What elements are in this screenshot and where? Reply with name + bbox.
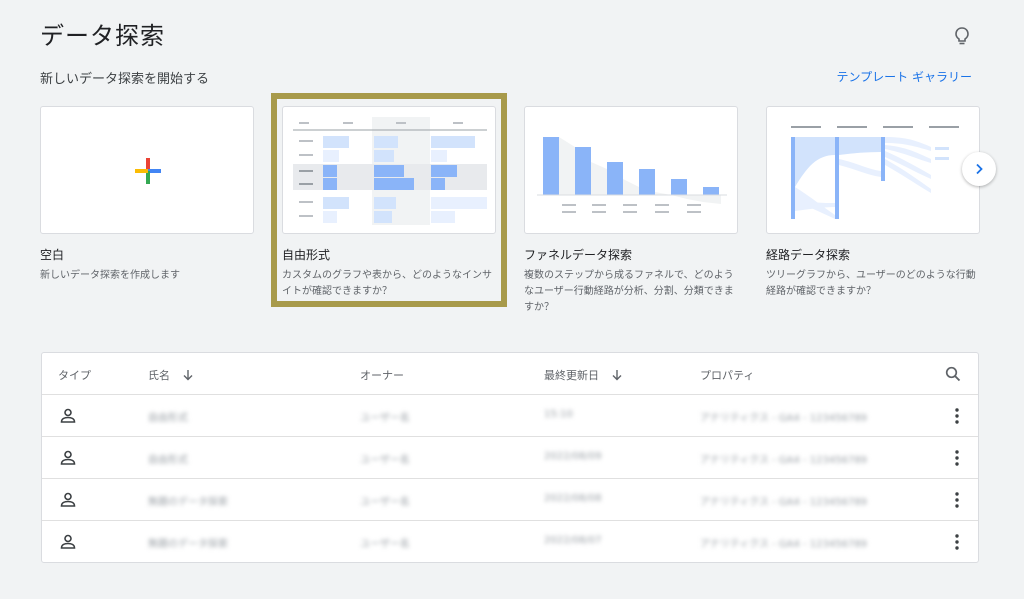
path-tree-illustration bbox=[791, 126, 959, 219]
row-more-button[interactable] bbox=[947, 532, 967, 552]
search-icon bbox=[945, 366, 961, 382]
arrow-down-icon bbox=[612, 370, 622, 381]
template-gallery-link[interactable]: テンプレート ギャラリー bbox=[837, 68, 972, 85]
row-more-button[interactable] bbox=[947, 490, 967, 510]
card-title: ファネルデータ探索 bbox=[524, 248, 633, 262]
row-owner: ユーザー名 bbox=[360, 539, 410, 550]
table-row[interactable]: 無題のデータ探索 ユーザー名 2022/08/07 アナリティクス - GA4 … bbox=[42, 521, 978, 563]
funnel-chart-illustration bbox=[537, 137, 727, 213]
card-description: カスタムのグラフや表から、どのようなインサイトが確認できますか？ bbox=[282, 270, 492, 297]
card-description: 複数のステップから成るファネルで、どのようなユーザー行動経路が分析、分割、分類で… bbox=[524, 270, 734, 313]
table-row[interactable]: 無題のデータ探索 ユーザー名 2022/08/08 アナリティクス - GA4 … bbox=[42, 479, 978, 521]
plus-icon bbox=[135, 158, 161, 184]
funnel-thumbnail bbox=[524, 106, 738, 234]
table-preview-illustration bbox=[293, 117, 487, 225]
template-card-path[interactable]: 経路データ探索 ツリーグラフから、ユーザーのどのような行動経路が確認できますか？ bbox=[766, 106, 980, 300]
row-property: アナリティクス - GA4 - 123456789 bbox=[700, 413, 868, 424]
template-card-blank[interactable]: 空白 新しいデータ探索を作成します bbox=[40, 106, 254, 284]
lightbulb-button[interactable] bbox=[950, 24, 974, 48]
table-row[interactable]: 自由形式 ユーザー名 2022/08/09 アナリティクス - GA4 - 12… bbox=[42, 437, 978, 479]
more-vert-icon bbox=[955, 450, 959, 466]
free-form-thumbnail bbox=[282, 106, 496, 234]
column-header-type: タイプ bbox=[58, 369, 91, 382]
column-header-modified[interactable]: 最終更新日 bbox=[544, 367, 623, 383]
lightbulb-icon bbox=[955, 27, 969, 45]
column-header-name[interactable]: 氏名 bbox=[148, 367, 194, 383]
row-owner: ユーザー名 bbox=[360, 413, 410, 424]
card-description: 新しいデータ探索を作成します bbox=[40, 270, 180, 281]
row-property: アナリティクス - GA4 - 123456789 bbox=[700, 497, 868, 508]
card-description: ツリーグラフから、ユーザーのどのような行動経路が確認できますか？ bbox=[766, 270, 976, 297]
row-name[interactable]: 自由形式 bbox=[148, 451, 188, 466]
card-title: 空白 bbox=[40, 248, 65, 262]
card-title: 経路データ探索 bbox=[766, 248, 851, 262]
path-thumbnail bbox=[766, 106, 980, 234]
person-icon bbox=[60, 450, 76, 465]
card-title: 自由形式 bbox=[282, 248, 331, 262]
row-name[interactable]: 無題のデータ探索 bbox=[148, 493, 228, 508]
more-vert-icon bbox=[955, 408, 959, 424]
arrow-down-icon bbox=[183, 370, 193, 381]
column-header-property[interactable]: プロパティ bbox=[700, 367, 754, 383]
row-owner: ユーザー名 bbox=[360, 455, 410, 466]
person-icon bbox=[60, 408, 76, 423]
row-more-button[interactable] bbox=[947, 406, 967, 426]
chevron-right-icon bbox=[976, 163, 983, 175]
row-owner: ユーザー名 bbox=[360, 497, 410, 508]
table-search-button[interactable] bbox=[942, 363, 964, 385]
column-header-owner[interactable]: オーナー bbox=[360, 367, 404, 383]
explorations-table: タイプ 氏名 オーナー 最終更新日 プロパティ 自由形式 ユーザー名 15:10… bbox=[41, 352, 979, 563]
next-templates-button[interactable] bbox=[962, 152, 996, 186]
more-vert-icon bbox=[955, 492, 959, 508]
row-name[interactable]: 自由形式 bbox=[148, 409, 188, 424]
row-property: アナリティクス - GA4 - 123456789 bbox=[700, 455, 868, 466]
template-card-funnel[interactable]: ファネルデータ探索 複数のステップから成るファネルで、どのようなユーザー行動経路… bbox=[524, 106, 738, 316]
table-header: タイプ 氏名 オーナー 最終更新日 プロパティ bbox=[42, 353, 978, 395]
row-more-button[interactable] bbox=[947, 448, 967, 468]
table-row[interactable]: 自由形式 ユーザー名 15:10 アナリティクス - GA4 - 1234567… bbox=[42, 395, 978, 437]
new-exploration-label: 新しいデータ探索を開始する bbox=[40, 72, 210, 87]
person-icon bbox=[60, 492, 76, 507]
row-modified: 2022/08/08 bbox=[544, 493, 602, 504]
row-modified: 2022/08/09 bbox=[544, 451, 602, 462]
blank-thumbnail bbox=[40, 106, 254, 234]
row-property: アナリティクス - GA4 - 123456789 bbox=[700, 539, 868, 550]
more-vert-icon bbox=[955, 534, 959, 550]
page-title: データ探索 bbox=[40, 22, 165, 50]
person-icon bbox=[60, 534, 76, 549]
template-card-free-form[interactable]: 自由形式 カスタムのグラフや表から、どのようなインサイトが確認できますか？ bbox=[282, 106, 496, 300]
row-name[interactable]: 無題のデータ探索 bbox=[148, 535, 228, 550]
row-modified: 2022/08/07 bbox=[544, 535, 602, 546]
row-modified: 15:10 bbox=[544, 409, 573, 420]
